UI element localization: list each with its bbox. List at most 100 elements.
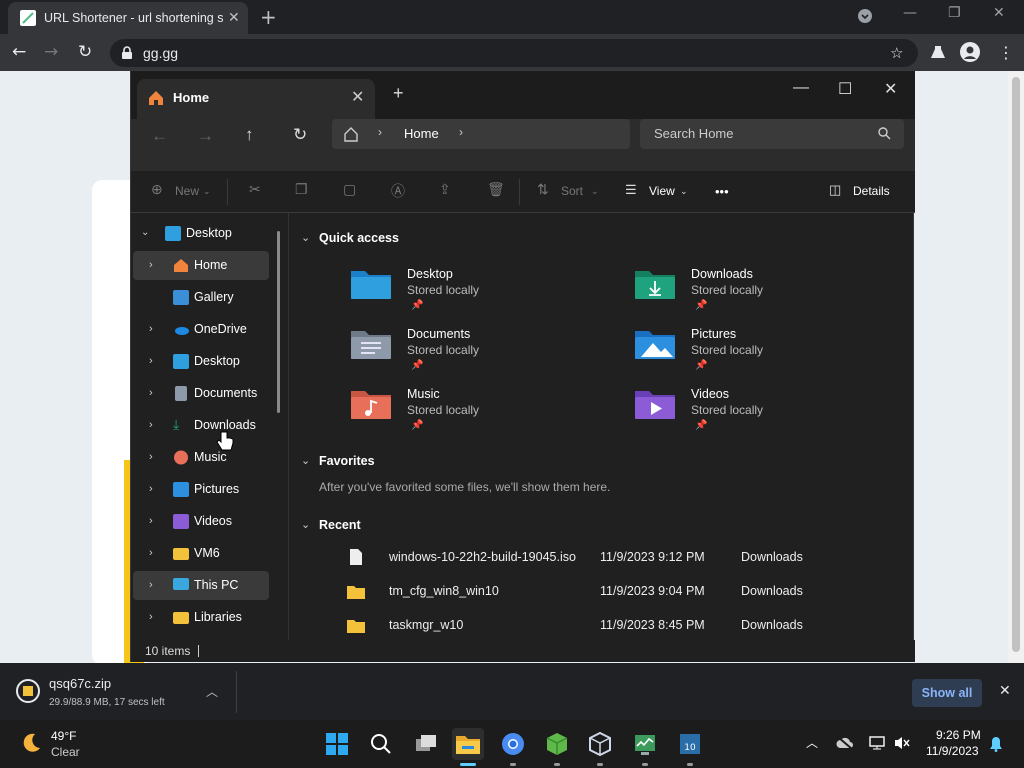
moon-weather-icon[interactable] [20,732,42,754]
chevron-down-icon[interactable]: ⌄ [680,186,688,197]
view-button[interactable]: View [649,184,675,198]
quick-access-item[interactable]: Downloads Stored locally 📌 [633,261,833,313]
back-icon[interactable]: ← [151,126,168,146]
new-icon[interactable]: ⊕ [151,181,163,198]
sidebar-item-gallery[interactable]: Gallery [133,283,269,312]
copy-icon[interactable]: ❐ [295,181,308,198]
quick-access-item[interactable]: Music Stored locally 📌 [349,381,549,433]
start-button[interactable] [321,728,353,760]
clock-date[interactable]: 11/9/2023 [926,744,979,758]
share-icon[interactable]: ⇪ [439,181,451,198]
new-button[interactable]: New [175,184,199,198]
recent-row[interactable]: taskmgr_w10 11/9/2023 8:45 PM Downloads [339,611,859,640]
chevron-right-icon[interactable]: › [149,515,153,527]
recent-row[interactable]: tm_cfg_win8_win10 11/9/2023 9:04 PM Down… [339,577,859,607]
favorites-heading[interactable]: Favorites [319,454,375,468]
page-scrollbar-thumb[interactable] [1012,77,1020,652]
chevron-right-icon[interactable]: › [149,387,153,399]
chevron-down-icon[interactable]: ⌄ [301,518,310,531]
quick-access-item[interactable]: Desktop Stored locally 📌 [349,261,549,313]
bookmark-star-icon[interactable]: ☆ [890,44,903,62]
new-tab-button[interactable]: + [393,83,404,104]
rename-icon[interactable]: Ⓐ [391,181,405,201]
network-icon[interactable] [869,735,885,751]
new-tab-button[interactable]: + [260,5,277,29]
quick-access-heading[interactable]: Quick access [319,231,399,245]
sidebar-item-this-pc[interactable]: › This PC [133,571,269,600]
chevron-down-icon[interactable]: ⌄ [301,454,310,467]
sidebar-scrollbar[interactable] [277,231,280,413]
notification-bell-icon[interactable] [989,736,1003,752]
file-explorer-taskbar-icon[interactable] [452,728,484,760]
sidebar-item-pictures[interactable]: › Pictures [133,475,269,504]
task-view-icon[interactable] [410,728,442,760]
explorer-tab-home[interactable]: Home ✕ [137,79,375,119]
more-options-icon[interactable]: ••• [715,184,729,199]
chrome-icon[interactable] [497,728,529,760]
quick-access-item[interactable]: Videos Stored locally 📌 [633,381,833,433]
chevron-down-icon[interactable]: ⌄ [203,186,211,197]
weather-temp[interactable]: 49°F [51,729,76,743]
chevron-right-icon[interactable]: › [149,419,153,431]
search-icon[interactable] [365,728,397,760]
chevron-right-icon[interactable]: › [149,547,153,559]
sort-button[interactable]: Sort [561,184,583,198]
breadcrumb[interactable]: › Home › [332,119,630,149]
task-manager-icon[interactable] [629,728,661,760]
page-scrollbar[interactable] [1008,71,1024,663]
sidebar-item-music[interactable]: › Music [133,443,269,472]
up-icon[interactable]: ↑ [245,125,254,145]
close-icon[interactable]: ✕ [999,682,1011,699]
tab-search-icon[interactable] [857,8,873,24]
extension-icon[interactable] [930,44,946,60]
browser-tab[interactable]: URL Shortener - url shortening se ✕ [8,2,248,34]
sidebar-item-onedrive[interactable]: › OneDrive [133,315,269,344]
sort-icon[interactable]: ⇅ [537,181,549,198]
chevron-up-icon[interactable]: ︿ [206,683,218,700]
maximize-icon[interactable]: ☐ [838,79,852,99]
minimize-icon[interactable]: — [793,79,809,97]
view-icon[interactable]: ☰ [625,182,637,198]
minimize-icon[interactable]: — [903,5,917,21]
chevron-up-icon[interactable]: ︿ [806,734,818,751]
sidebar-item-vm6[interactable]: › VM6 [133,539,269,568]
refresh-icon[interactable]: ↻ [293,125,307,145]
sidebar-item-home[interactable]: › Home [133,251,269,280]
chevron-right-icon[interactable]: › [149,611,153,623]
quick-access-item[interactable]: Documents Stored locally 📌 [349,321,549,373]
weather-desc[interactable]: Clear [51,745,80,759]
close-window-icon[interactable]: ✕ [993,5,1005,21]
cloud-off-icon[interactable] [836,736,854,750]
paste-icon[interactable]: ▢ [343,181,356,198]
restore-icon[interactable]: ❐ [948,5,961,21]
recent-heading[interactable]: Recent [319,518,361,532]
reload-icon[interactable]: ↻ [78,42,92,62]
chevron-down-icon[interactable]: ⌄ [141,227,149,238]
close-window-icon[interactable]: ✕ [884,79,897,99]
virtualbox-icon[interactable] [584,728,616,760]
details-pane-icon[interactable]: ◫ [829,182,841,198]
sidebar-item-desktop[interactable]: › Desktop [133,347,269,376]
profile-icon[interactable] [960,42,980,62]
chevron-right-icon[interactable]: › [459,125,463,139]
delete-icon[interactable]: 🗑 [487,181,505,198]
sidebar-item-desktop-root[interactable]: ⌄ Desktop [133,219,269,248]
breadcrumb-home[interactable]: Home [404,126,439,141]
recent-row[interactable]: windows-10-22h2-build-19045.iso 11/9/202… [339,543,859,573]
close-tab-icon[interactable]: ✕ [351,87,364,107]
forward-icon[interactable]: → [197,126,214,146]
close-tab-icon[interactable]: ✕ [228,9,240,26]
chevron-right-icon[interactable]: › [149,579,153,591]
sidebar-item-downloads[interactable]: › ⤓ Downloads [133,411,269,440]
win10-vm-icon[interactable]: 10 [674,728,706,760]
chevron-right-icon[interactable]: › [149,355,153,367]
back-icon[interactable]: ← [12,42,26,62]
clock-time[interactable]: 9:26 PM [936,728,981,742]
forward-icon[interactable]: → [44,42,58,62]
sidebar-item-libraries[interactable]: › Libraries [133,603,269,632]
address-bar[interactable]: gg.gg ☆ [110,39,918,67]
minecraft-icon[interactable] [541,728,573,760]
search-box[interactable]: Search Home [640,119,904,149]
chevron-right-icon[interactable]: › [149,451,153,463]
chevron-down-icon[interactable]: ⌄ [301,231,310,244]
